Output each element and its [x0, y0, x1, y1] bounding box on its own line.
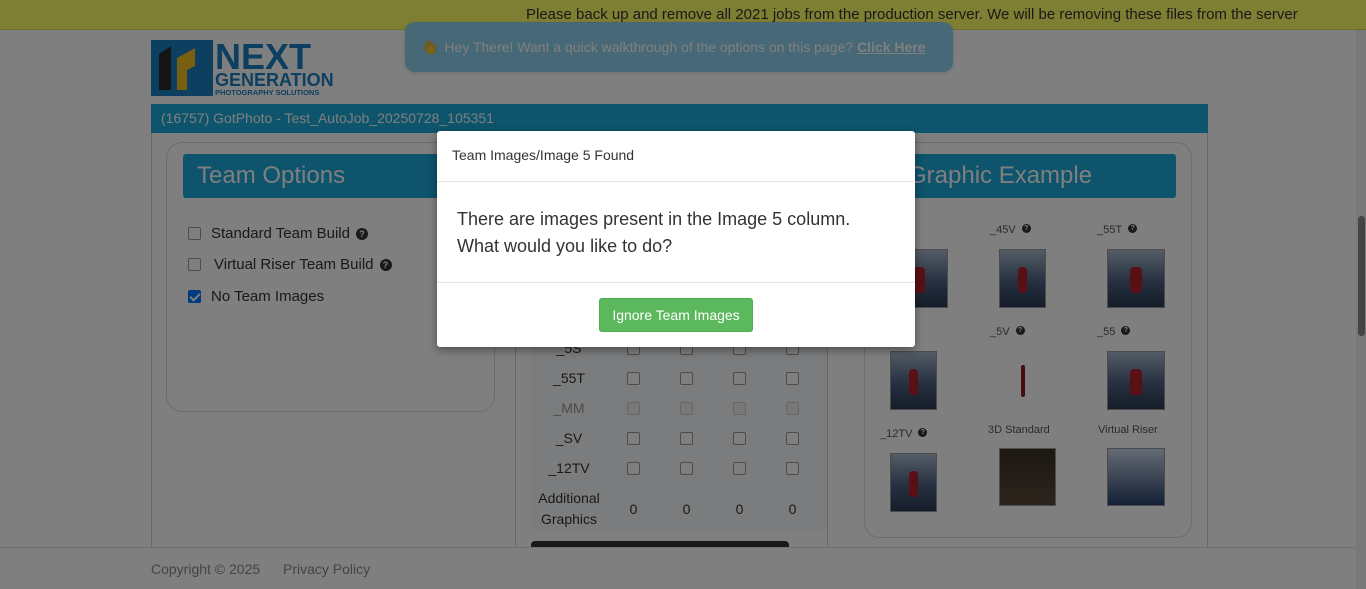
team-images-found-dialog: Team Images/Image 5 Found There are imag… [437, 131, 915, 347]
ignore-team-images-button[interactable]: Ignore Team Images [599, 297, 753, 332]
dialog-header: Team Images/Image 5 Found [437, 131, 915, 182]
dialog-message: There are images present in the Image 5 … [457, 209, 851, 256]
dialog-footer: Ignore Team Images [437, 283, 915, 347]
dialog-title: Team Images/Image 5 Found [452, 147, 635, 163]
dialog-body: There are images present in the Image 5 … [437, 182, 915, 283]
